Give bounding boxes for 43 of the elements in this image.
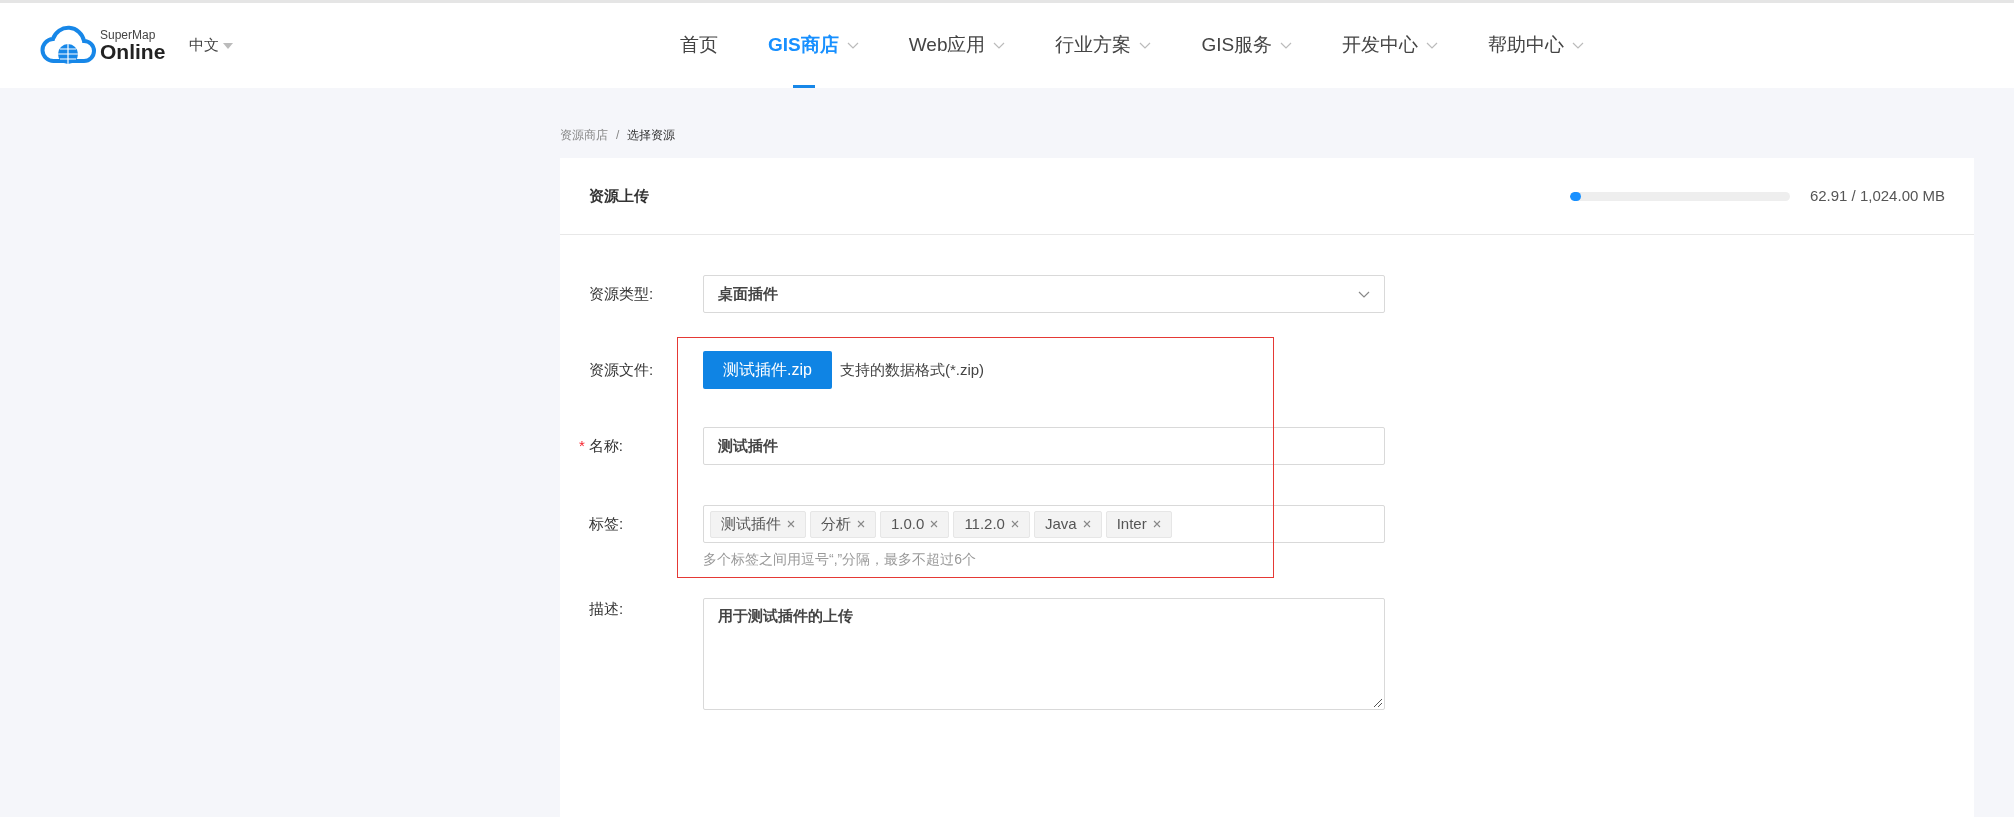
format-hint: 支持的数据格式(*.zip) (839, 359, 985, 380)
breadcrumb-separator: / (616, 127, 620, 144)
field-label: 名称: (588, 436, 623, 454)
required-asterisk: * (579, 436, 585, 454)
breadcrumb-link[interactable]: 资源商店 (560, 126, 608, 144)
active-underline (793, 85, 816, 88)
close-icon[interactable] (857, 520, 865, 528)
tag-chip: 分析 (810, 510, 876, 538)
nav-tab[interactable]: GIS服务 (1201, 3, 1293, 88)
description-textarea[interactable]: 用于测试插件的上传 (703, 598, 1385, 710)
field-label: 标签: (589, 513, 625, 534)
tag-chip: 1.0.0 (880, 510, 950, 538)
language-selector[interactable]: 中文 (189, 34, 234, 57)
tag-chip: Java (1033, 510, 1102, 538)
close-icon[interactable] (1152, 520, 1161, 528)
logo-subtitle: SuperMap (100, 29, 157, 41)
storage-reading: 62.91 / 1,024.00 MB (1809, 185, 1945, 206)
card-title: 资源上传 (589, 185, 649, 206)
caret-icon (223, 42, 234, 49)
name-input[interactable]: 测试插件 (703, 427, 1385, 465)
tag-chip: 11.2.0 (953, 510, 1030, 538)
nav-tab[interactable]: 首页 (680, 3, 718, 88)
nav-tab[interactable]: 行业方案 (1055, 3, 1152, 88)
nav-tab[interactable]: 帮助中心 (1488, 3, 1585, 88)
tag-chip: Inter (1105, 510, 1172, 538)
resize-handle-icon (1373, 698, 1382, 707)
tags-hint: 多个标签之间用逗号“,”分隔，最多不超过6个 (703, 550, 976, 569)
chevron-down-icon (1358, 290, 1370, 298)
field-label: 描述: (589, 599, 625, 619)
file-upload-button[interactable]: 测试插件.zip (703, 351, 832, 389)
nav-tab[interactable]: Web应用 (908, 3, 1006, 88)
logo-title: Online (100, 41, 166, 62)
tags-input[interactable]: 测试插件 分析 1.0.0 11.2.0 Java Inter (703, 505, 1385, 543)
close-icon[interactable] (1082, 520, 1091, 528)
close-icon[interactable] (930, 520, 939, 528)
tag-chip: 测试插件 (710, 510, 806, 538)
cloud-globe-logo-icon (40, 24, 96, 67)
close-icon[interactable] (787, 520, 795, 528)
field-label: 资源类型: (589, 283, 655, 304)
field-label: 资源文件: (589, 359, 655, 380)
close-icon[interactable] (1010, 520, 1019, 528)
nav-tab[interactable]: 开发中心 (1342, 3, 1439, 88)
resource-type-select[interactable]: 桌面插件 (703, 275, 1385, 313)
